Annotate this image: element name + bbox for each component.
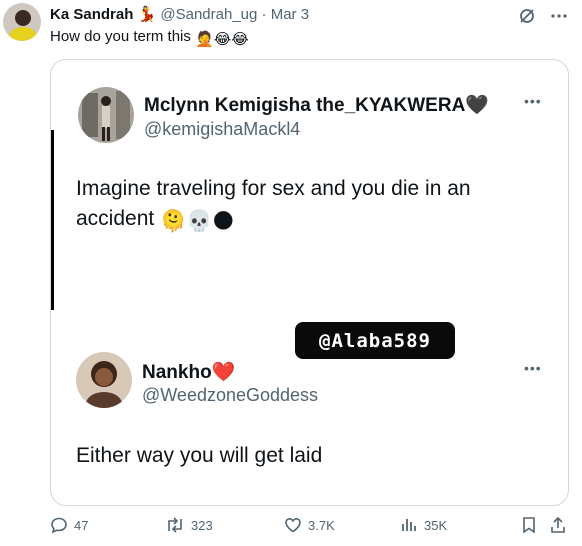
quoted-user1-text-body: Imagine traveling for sex and you die in… <box>76 177 471 230</box>
reply-button[interactable]: 47 <box>50 516 88 534</box>
quoted-user1-more-icon: ••• <box>524 93 542 109</box>
media-card[interactable]: Mclynn Kemigisha the_KYAKWERA🖤 @kemigish… <box>50 59 569 506</box>
reply-count: 47 <box>74 517 89 533</box>
tweet-text-emojis: 🤦😂😂 <box>195 31 249 48</box>
more-icon[interactable] <box>550 7 568 30</box>
author-name[interactable]: Ka Sandrah <box>50 6 133 23</box>
top-actions <box>518 7 568 30</box>
quoted-user1-handle: @kemigishaMackl4 <box>144 119 301 139</box>
author-handle[interactable]: @Sandrah_ug <box>160 6 257 23</box>
quoted-user2-name: Nankho❤️ <box>142 360 235 384</box>
quoted-user2-avatar <box>76 352 132 408</box>
quoted-user2-more-icon: ••• <box>524 360 542 376</box>
author-emoji: 💃 <box>137 6 157 23</box>
card-edge-bar <box>51 130 54 310</box>
like-icon <box>284 516 302 534</box>
tweet-text: How do you term this 🤦😂😂 <box>50 28 249 48</box>
watermark-badge: @Alaba589 <box>295 322 455 359</box>
like-count: 3.7K <box>308 517 335 533</box>
tweet-text-body: How do you term this <box>50 28 191 45</box>
share-icon <box>549 516 567 534</box>
bookmark-button[interactable] <box>521 516 537 534</box>
quoted-user2-name-text: Nankho <box>142 362 212 383</box>
tweet-date[interactable]: Mar 3 <box>271 6 309 23</box>
like-button[interactable]: 3.7K <box>284 516 335 534</box>
views-button[interactable]: 35K <box>400 516 447 534</box>
header-separator: · <box>261 6 267 23</box>
share-button[interactable] <box>549 516 567 534</box>
retweet-count: 323 <box>191 517 213 533</box>
quoted-user1-emojis: 🫠💀🌑 <box>160 210 235 233</box>
bookmark-icon <box>521 516 537 534</box>
quoted-user1-name-text: Mclynn Kemigisha the_KYAKWERA <box>144 95 466 116</box>
views-count: 35K <box>424 517 448 533</box>
action-bar: 47 323 3.7K 35K <box>50 516 567 538</box>
quoted-user1-avatar <box>78 87 134 143</box>
views-icon <box>400 516 418 534</box>
grok-icon[interactable] <box>518 7 536 30</box>
black-heart-emoji: 🖤 <box>465 95 489 116</box>
quoted-user1-name: Mclynn Kemigisha the_KYAKWERA🖤 <box>144 93 489 117</box>
quoted-user1-text: Imagine traveling for sex and you die in… <box>76 174 546 237</box>
author-avatar[interactable] <box>3 3 41 41</box>
retweet-button[interactable]: 323 <box>165 516 213 534</box>
tweet-header: Ka Sandrah 💃 @Sandrah_ug · Mar 3 <box>50 5 309 23</box>
quoted-user2-handle: @WeedzoneGoddess <box>142 385 319 405</box>
reply-icon <box>50 516 68 534</box>
quoted-user2-text: Either way you will get laid <box>76 444 323 467</box>
red-heart-emoji: ❤️ <box>211 362 236 383</box>
retweet-icon <box>165 516 185 534</box>
